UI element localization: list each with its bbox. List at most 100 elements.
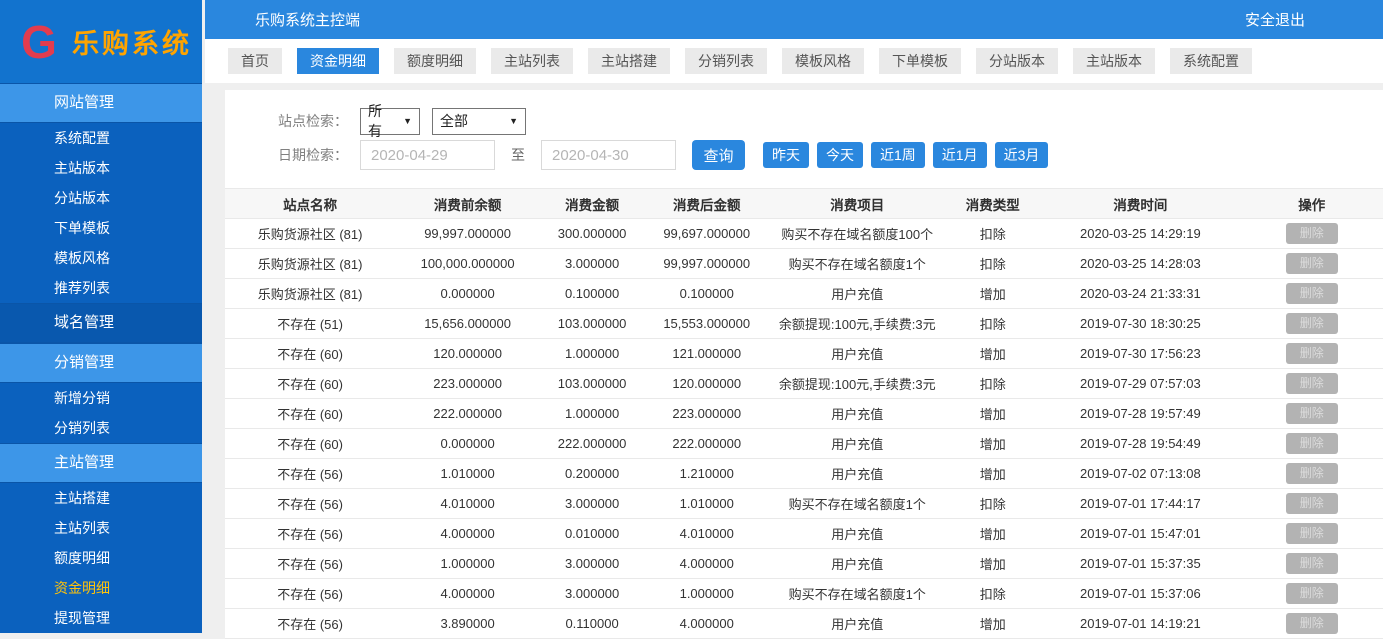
sidebar-item-add-distribution[interactable]: 新增分销 <box>0 383 202 413</box>
cell-time: 2019-07-30 17:56:23 <box>1040 338 1241 369</box>
chevron-down-icon: ▼ <box>509 116 518 126</box>
tab-system-config[interactable]: 系统配置 <box>1170 48 1252 74</box>
cell-type: 扣除 <box>945 578 1041 609</box>
sidebar-item-quota-detail[interactable]: 额度明细 <box>0 543 202 573</box>
tab-template-style[interactable]: 模板风格 <box>782 48 864 74</box>
filter-panel: 站点检索： 所有 ▼ 全部 ▼ 日期检索： 至 <box>225 90 1383 176</box>
date-from-input[interactable] <box>360 140 495 170</box>
delete-button[interactable]: 删除 <box>1285 493 1338 514</box>
cell-item: 用户充值 <box>769 458 946 489</box>
cell-balance-after: 99,997.000000 <box>644 248 770 279</box>
tab-funds-detail[interactable]: 资金明细 <box>297 48 379 74</box>
table-row: 不存在 (56) 4.010000 3.000000 1.010000 购买不存在域名额… <box>225 488 1383 519</box>
cell-action: 删除 <box>1240 548 1383 579</box>
cell-item: 用户充值 <box>769 608 946 639</box>
sidebar: G 乐购系统 网站管理 系统配置 主站版本 分站版本 下单模板 模板风格 推荐列表 域名管理分… <box>0 0 202 633</box>
cell-balance-after: 222.000000 <box>644 428 770 459</box>
sidebar-item-subsite-version[interactable]: 分站版本 <box>0 183 202 213</box>
tab-distribution-list[interactable]: 分销列表 <box>685 48 767 74</box>
cell-type: 增加 <box>945 278 1041 309</box>
delete-button[interactable]: 删除 <box>1285 283 1338 304</box>
tab-order-template[interactable]: 下单模板 <box>879 48 961 74</box>
quick-range-button-today[interactable]: 今天 <box>817 142 863 168</box>
delete-button[interactable]: 删除 <box>1285 523 1338 544</box>
query-button[interactable]: 查询 <box>692 140 745 170</box>
sidebar-item-distribution-list[interactable]: 分销列表 <box>0 413 202 443</box>
delete-button[interactable]: 删除 <box>1285 553 1338 574</box>
cell-time: 2019-07-29 07:57:03 <box>1040 368 1241 399</box>
delete-button[interactable]: 删除 <box>1285 223 1338 244</box>
delete-button[interactable]: 删除 <box>1285 373 1338 394</box>
tab-mainsite-version[interactable]: 主站版本 <box>1073 48 1155 74</box>
sidebar-item-site-build[interactable]: 主站搭建 <box>0 483 202 513</box>
cell-time: 2019-07-28 19:57:49 <box>1040 398 1241 429</box>
delete-button[interactable]: 删除 <box>1285 343 1338 364</box>
sidebar-item-domain-management[interactable]: 域名管理 <box>0 303 202 343</box>
cell-balance-before: 222.000000 <box>395 398 540 429</box>
tab-subsite-version[interactable]: 分站版本 <box>976 48 1058 74</box>
cell-type: 增加 <box>945 608 1041 639</box>
sidebar-item-system-config[interactable]: 系统配置 <box>0 123 202 153</box>
cell-action: 删除 <box>1240 488 1383 519</box>
cell-site-name: 不存在 (60) <box>225 338 396 369</box>
chevron-down-icon: ▼ <box>403 116 412 126</box>
delete-button[interactable]: 删除 <box>1285 313 1338 334</box>
tab-quota-detail[interactable]: 额度明细 <box>394 48 476 74</box>
quick-range-button-last-1-month[interactable]: 近1月 <box>932 142 987 168</box>
cell-item: 用户充值 <box>769 398 946 429</box>
cell-type: 增加 <box>945 398 1041 429</box>
cell-action: 删除 <box>1240 308 1383 339</box>
sidebar-item-recommend-list[interactable]: 推荐列表 <box>0 273 202 303</box>
cell-time: 2019-07-02 07:13:08 <box>1040 458 1241 489</box>
cell-balance-before: 1.010000 <box>395 458 540 489</box>
delete-button[interactable]: 删除 <box>1285 433 1338 454</box>
cell-amount: 103.000000 <box>539 308 645 339</box>
quick-range-button-yesterday[interactable]: 昨天 <box>763 142 809 168</box>
delete-button[interactable]: 删除 <box>1285 583 1338 604</box>
cell-action: 删除 <box>1240 608 1383 639</box>
sidebar-item-withdraw-management[interactable]: 提现管理 <box>0 603 202 633</box>
date-range-separator: 至 <box>511 147 525 163</box>
tab-site-list[interactable]: 主站列表 <box>491 48 573 74</box>
site-name-select[interactable]: 全部 ▼ <box>432 107 526 135</box>
delete-button[interactable]: 删除 <box>1285 403 1338 424</box>
site-scope-select[interactable]: 所有 ▼ <box>360 103 420 139</box>
cell-balance-after: 4.000000 <box>644 608 770 639</box>
site-search-label: 站点检索： <box>278 113 348 129</box>
sidebar-item-site-list[interactable]: 主站列表 <box>0 513 202 543</box>
sidebar-item-distribution-management[interactable]: 分销管理 <box>0 343 202 383</box>
sidebar-item-website-management[interactable]: 网站管理 <box>0 83 202 123</box>
app-root: G 乐购系统 网站管理 系统配置 主站版本 分站版本 下单模板 模板风格 推荐列表 域名管理分… <box>0 0 1383 639</box>
column-header-site-name: 站点名称 <box>225 188 396 219</box>
delete-button[interactable]: 删除 <box>1285 463 1338 484</box>
tab-site-build[interactable]: 主站搭建 <box>588 48 670 74</box>
quick-range-button-last-1-week[interactable]: 近1周 <box>871 142 925 168</box>
cell-action: 删除 <box>1240 428 1383 459</box>
quick-range-button-last-3-months[interactable]: 近3月 <box>994 142 1049 168</box>
cell-type: 增加 <box>945 458 1041 489</box>
cell-balance-before: 4.010000 <box>395 488 540 519</box>
sidebar-item-order-template[interactable]: 下单模板 <box>0 213 202 243</box>
cell-time: 2019-07-01 14:19:21 <box>1040 608 1241 639</box>
sidebar-item-template-style[interactable]: 模板风格 <box>0 243 202 273</box>
cell-balance-before: 223.000000 <box>395 368 540 399</box>
page-title: 乐购系统主控端 <box>255 12 361 29</box>
sidebar-item-mainsite-version[interactable]: 主站版本 <box>0 153 202 183</box>
cell-balance-after: 4.000000 <box>644 548 770 579</box>
tab-home[interactable]: 首页 <box>228 48 282 74</box>
logout-link[interactable]: 安全退出 <box>1245 9 1305 30</box>
cell-type: 扣除 <box>945 248 1041 279</box>
cell-type: 扣除 <box>945 218 1041 249</box>
date-search-label: 日期检索： <box>278 147 348 163</box>
cell-balance-after: 0.100000 <box>644 278 770 309</box>
date-to-input[interactable] <box>541 140 676 170</box>
site-scope-select-value: 所有 <box>368 103 382 139</box>
table-row: 乐购货源社区 (81) 99,997.000000 300.000000 99,697… <box>225 218 1383 249</box>
sidebar-item-mainsite-management[interactable]: 主站管理 <box>0 443 202 483</box>
delete-button[interactable]: 删除 <box>1285 253 1338 274</box>
cell-time: 2020-03-25 14:28:03 <box>1040 248 1241 279</box>
sidebar-item-funds-detail[interactable]: 资金明细 <box>0 573 202 603</box>
cell-amount: 0.110000 <box>539 608 645 639</box>
cell-balance-after: 1.010000 <box>644 488 770 519</box>
delete-button[interactable]: 删除 <box>1285 613 1338 634</box>
